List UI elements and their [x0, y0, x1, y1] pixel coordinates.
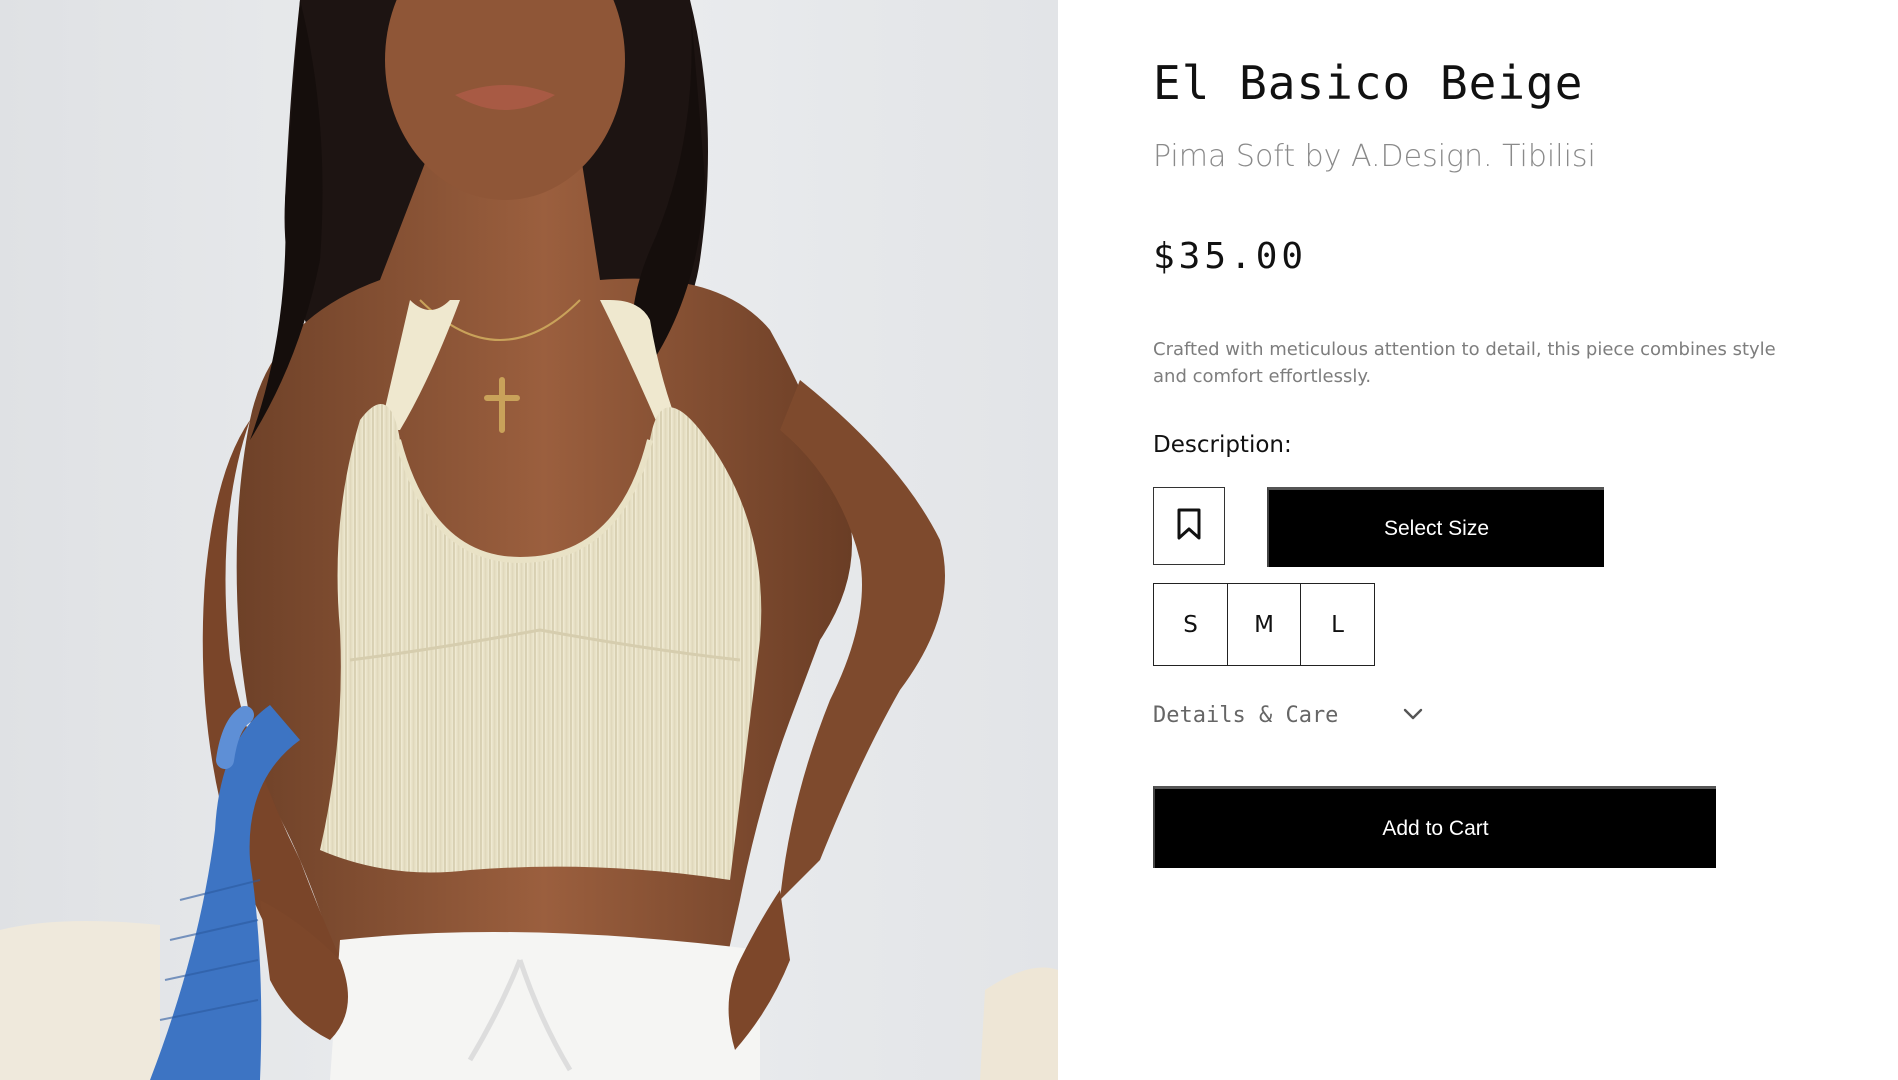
- product-page: El Basico Beige Pima Soft by A.Design. T…: [0, 0, 1898, 1080]
- details-care-label: Details & Care: [1153, 702, 1339, 728]
- bookmark-icon: [1176, 508, 1202, 544]
- details-care-toggle[interactable]: Details & Care: [1153, 700, 1423, 730]
- add-to-cart-button[interactable]: Add to Cart: [1153, 786, 1716, 868]
- bookmark-button[interactable]: [1153, 487, 1225, 565]
- product-subtitle: Pima Soft by A.Design. Tibilisi: [1153, 139, 1596, 174]
- product-price: $35.00: [1153, 236, 1308, 277]
- product-image: [0, 0, 1058, 1080]
- size-option-s[interactable]: S: [1153, 583, 1228, 666]
- product-blurb: Crafted with meticulous attention to det…: [1153, 339, 1776, 387]
- product-title: El Basico Beige: [1153, 56, 1584, 110]
- size-options: S M L: [1153, 583, 1375, 666]
- size-option-l[interactable]: L: [1300, 583, 1375, 666]
- size-option-m[interactable]: M: [1226, 583, 1302, 666]
- select-size-button[interactable]: Select Size: [1267, 487, 1604, 567]
- description-label: Description:: [1153, 432, 1292, 458]
- product-details: El Basico Beige Pima Soft by A.Design. T…: [1153, 0, 1853, 1080]
- chevron-down-icon: [1403, 706, 1423, 725]
